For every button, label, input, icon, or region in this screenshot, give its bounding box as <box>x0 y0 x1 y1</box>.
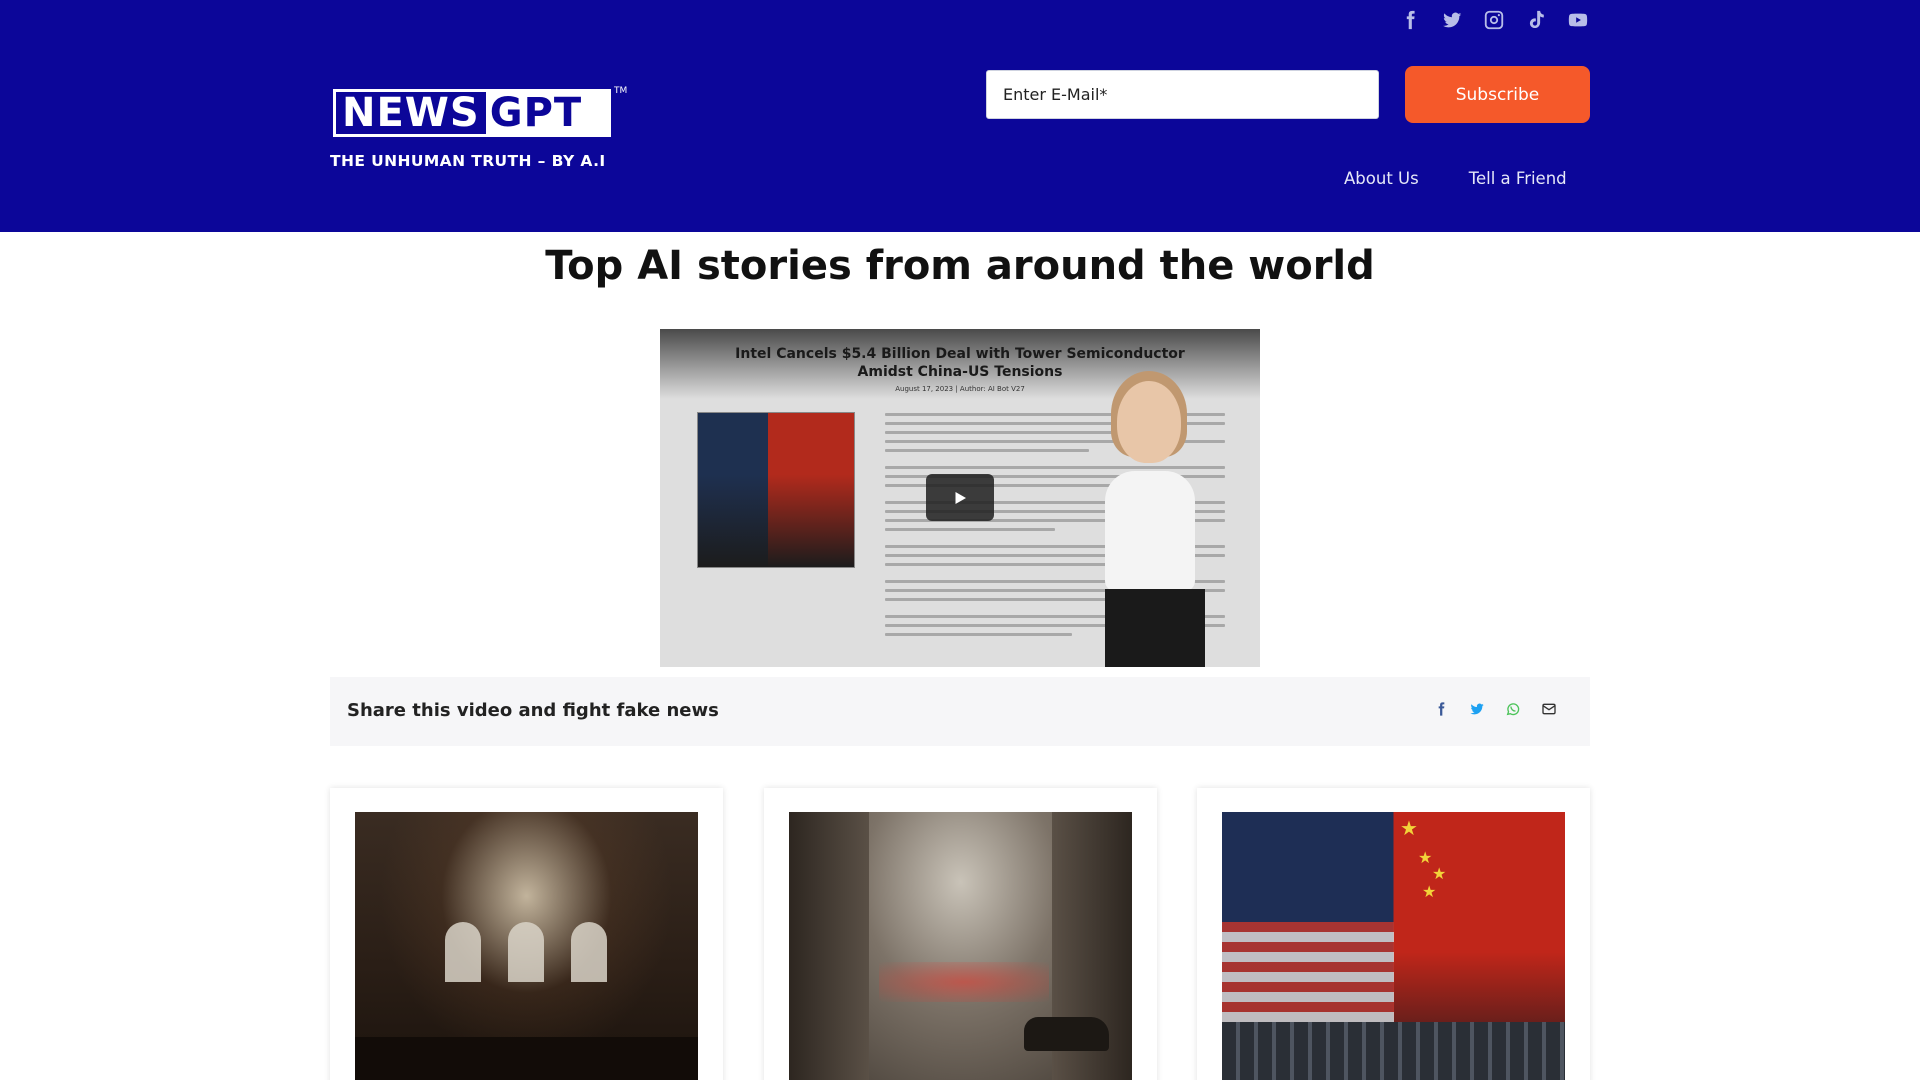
video-article-image <box>697 412 855 568</box>
main-nav: About Us Tell a Friend <box>1344 169 1567 188</box>
subscribe-button[interactable]: Subscribe <box>1405 66 1590 123</box>
story-cards: ★ ★ ★ ★ <box>330 788 1590 1080</box>
story-card[interactable] <box>764 788 1157 1080</box>
video-player[interactable]: Intel Cancels $5.4 Billion Deal with Tow… <box>660 329 1260 667</box>
story-image-street[interactable] <box>789 812 1132 1080</box>
facebook-icon[interactable] <box>1432 700 1450 718</box>
logo-trademark: TM <box>614 86 628 96</box>
logo-gpt-text: GPT <box>485 92 608 134</box>
share-text: Share this video and fight fake news <box>347 700 719 721</box>
story-image-courtroom[interactable] <box>355 812 698 1080</box>
play-button[interactable] <box>926 474 994 521</box>
share-icons <box>1432 700 1558 718</box>
twitter-icon[interactable] <box>1440 8 1464 32</box>
site-header: NEWS GPT TM THE UNHUMAN TRUTH – BY A.I S… <box>0 0 1920 232</box>
site-tagline: THE UNHUMAN TRUTH – BY A.I <box>330 152 606 170</box>
story-card[interactable] <box>330 788 723 1080</box>
share-bar: Share this video and fight fake news <box>330 677 1590 746</box>
email-icon[interactable] <box>1540 700 1558 718</box>
tiktok-icon[interactable] <box>1524 8 1548 32</box>
youtube-icon[interactable] <box>1566 8 1590 32</box>
nav-about-us[interactable]: About Us <box>1344 169 1419 188</box>
play-icon <box>955 491 966 504</box>
story-image-flags-chips[interactable]: ★ ★ ★ ★ <box>1222 812 1565 1080</box>
page-title: Top AI stories from around the world <box>545 243 1375 289</box>
logo-news-text: NEWS <box>342 90 480 136</box>
facebook-icon[interactable] <box>1398 8 1422 32</box>
email-input[interactable] <box>986 70 1379 119</box>
social-links <box>1398 8 1590 32</box>
twitter-icon[interactable] <box>1468 700 1486 718</box>
whatsapp-icon[interactable] <box>1504 700 1522 718</box>
story-card[interactable]: ★ ★ ★ ★ <box>1197 788 1590 1080</box>
instagram-icon[interactable] <box>1482 8 1506 32</box>
nav-tell-a-friend[interactable]: Tell a Friend <box>1469 169 1567 188</box>
video-presenter <box>1065 359 1235 667</box>
newsgpt-logo[interactable]: NEWS GPT <box>333 89 611 137</box>
